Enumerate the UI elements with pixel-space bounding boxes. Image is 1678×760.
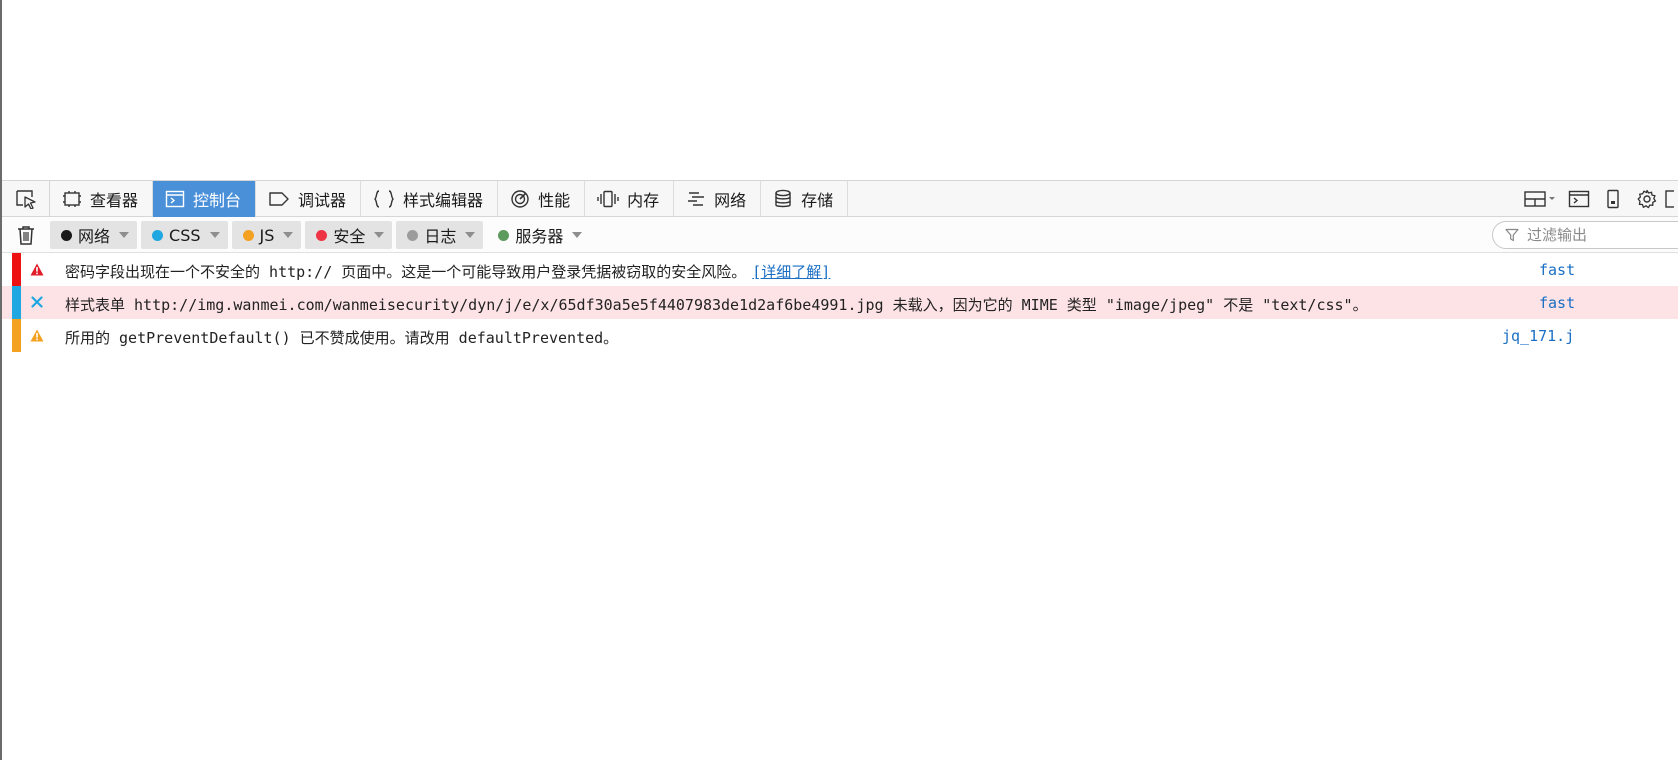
message-source-link[interactable]: fast: [1539, 261, 1575, 279]
chevron-down-icon: [465, 232, 476, 238]
style-editor-icon: [374, 190, 395, 208]
console-icon: [165, 190, 185, 208]
filter-label: 网络: [78, 227, 111, 246]
console-filter-bar: 网络 CSS JS 安全 日志 服务器 过滤输出: [2, 217, 1678, 253]
tab-network[interactable]: 网络: [674, 181, 762, 217]
dock-layout-icon: [1524, 191, 1555, 207]
storage-icon: [775, 189, 791, 208]
chevron-down-icon: [374, 232, 385, 238]
category-dot: [61, 229, 72, 241]
element-picker-icon: [15, 190, 36, 209]
learn-more-link[interactable]: [详细了解]: [752, 263, 830, 281]
message-text: 密码字段出现在一个不安全的 http:// 页面中。这是一个可能导致用户登录凭据…: [65, 261, 830, 282]
performance-icon: [511, 190, 529, 208]
tab-label: 性能: [538, 191, 571, 210]
chevron-down-icon: [119, 232, 130, 238]
devtools-tabs: 查看器 控制台 调试器 样式编辑器 性能 内存 网络 存储: [50, 181, 849, 217]
filter-net[interactable]: 网络: [50, 221, 138, 249]
tab-console[interactable]: 控制台: [153, 181, 257, 217]
filter-label: 服务器: [515, 227, 564, 246]
category-dot: [242, 229, 254, 241]
filter-css[interactable]: CSS: [141, 221, 228, 249]
filter-label: CSS: [169, 225, 201, 245]
filter-output-input[interactable]: [1525, 225, 1678, 245]
devtools-toolbar: 查看器 控制台 调试器 样式编辑器 性能 内存 网络 存储: [2, 180, 1678, 217]
web-page-content-area[interactable]: [2, 0, 1678, 180]
debugger-icon: [269, 192, 289, 206]
message-body: 密码字段出现在一个不安全的 http:// 页面中。这是一个可能导致用户登录凭据…: [65, 263, 747, 281]
responsive-design-button[interactable]: [1596, 181, 1630, 217]
chevron-down-icon: [283, 232, 294, 238]
error-x-icon: [30, 295, 44, 309]
console-message-css-error[interactable]: 样式表单 http://img.wanmei.com/wanmeisecurit…: [2, 286, 1678, 319]
message-category-bar: [12, 286, 21, 319]
devtools-panel: 查看器 控制台 调试器 样式编辑器 性能 内存 网络 存储 网络 CSS JS …: [2, 180, 1678, 760]
category-dot: [407, 229, 419, 241]
split-console-icon: [1568, 190, 1590, 208]
split-console-button[interactable]: [1562, 181, 1596, 217]
tab-memory[interactable]: 内存: [585, 181, 675, 217]
tab-label: 样式编辑器: [403, 191, 484, 210]
clear-console-button[interactable]: [12, 222, 40, 248]
console-output: 密码字段出现在一个不安全的 http:// 页面中。这是一个可能导致用户登录凭据…: [2, 253, 1678, 352]
phone-icon: [1607, 189, 1619, 209]
gear-icon: [1637, 189, 1657, 209]
inspector-icon: [63, 191, 81, 207]
tab-label: 控制台: [193, 191, 242, 210]
element-picker-button[interactable]: [2, 181, 50, 217]
chevron-down-icon: [572, 232, 583, 238]
message-category-bar: [12, 253, 21, 286]
funnel-icon: [1505, 228, 1519, 242]
console-message-js-warning[interactable]: 所用的 getPreventDefault() 已不赞成使用。请改用 defau…: [2, 319, 1678, 352]
message-source-link[interactable]: jq_171.j: [1502, 327, 1574, 345]
dock-layout-button[interactable]: [1518, 181, 1562, 217]
tab-inspector[interactable]: 查看器: [50, 181, 154, 217]
filter-logging[interactable]: 日志: [396, 221, 484, 249]
console-message-security-warning[interactable]: 密码字段出现在一个不安全的 http:// 页面中。这是一个可能导致用户登录凭据…: [2, 253, 1678, 286]
message-text: 样式表单 http://img.wanmei.com/wanmeisecurit…: [65, 296, 1368, 314]
tab-label: 内存: [627, 191, 660, 210]
filter-label: 日志: [424, 227, 457, 246]
tab-label: 网络: [714, 191, 747, 210]
memory-icon: [597, 190, 619, 208]
tab-label: 调试器: [298, 191, 347, 210]
filter-output-field[interactable]: [1492, 221, 1678, 249]
message-text: 所用的 getPreventDefault() 已不赞成使用。请改用 defau…: [65, 329, 619, 347]
filter-label: JS: [259, 225, 275, 245]
toolbar-right-controls: [1518, 181, 1678, 217]
close-panel-icon: [1665, 190, 1674, 208]
tab-performance[interactable]: 性能: [498, 181, 586, 217]
filter-js[interactable]: JS: [231, 221, 302, 249]
filter-category-list: 网络 CSS JS 安全 日志 服务器: [50, 221, 594, 249]
settings-button[interactable]: [1630, 181, 1664, 217]
tab-label: 存储: [801, 191, 834, 210]
filter-server[interactable]: 服务器: [487, 221, 590, 249]
filter-label: 安全: [333, 227, 366, 246]
category-dot: [152, 229, 164, 241]
message-category-bar: [12, 319, 21, 352]
filter-security[interactable]: 安全: [305, 221, 393, 249]
tab-debugger[interactable]: 调试器: [256, 181, 362, 217]
warning-icon: [30, 328, 44, 342]
tab-storage[interactable]: 存储: [761, 181, 849, 217]
message-source-link[interactable]: fast: [1539, 294, 1575, 312]
category-dot: [316, 229, 328, 241]
close-devtools-button[interactable]: [1664, 181, 1678, 217]
chevron-down-icon: [209, 232, 220, 238]
network-icon: [688, 192, 705, 206]
category-dot: [498, 229, 510, 241]
tab-label: 查看器: [90, 191, 139, 210]
trash-icon: [18, 226, 34, 245]
warning-icon: [30, 262, 44, 276]
tab-style-editor[interactable]: 样式编辑器: [361, 181, 499, 217]
